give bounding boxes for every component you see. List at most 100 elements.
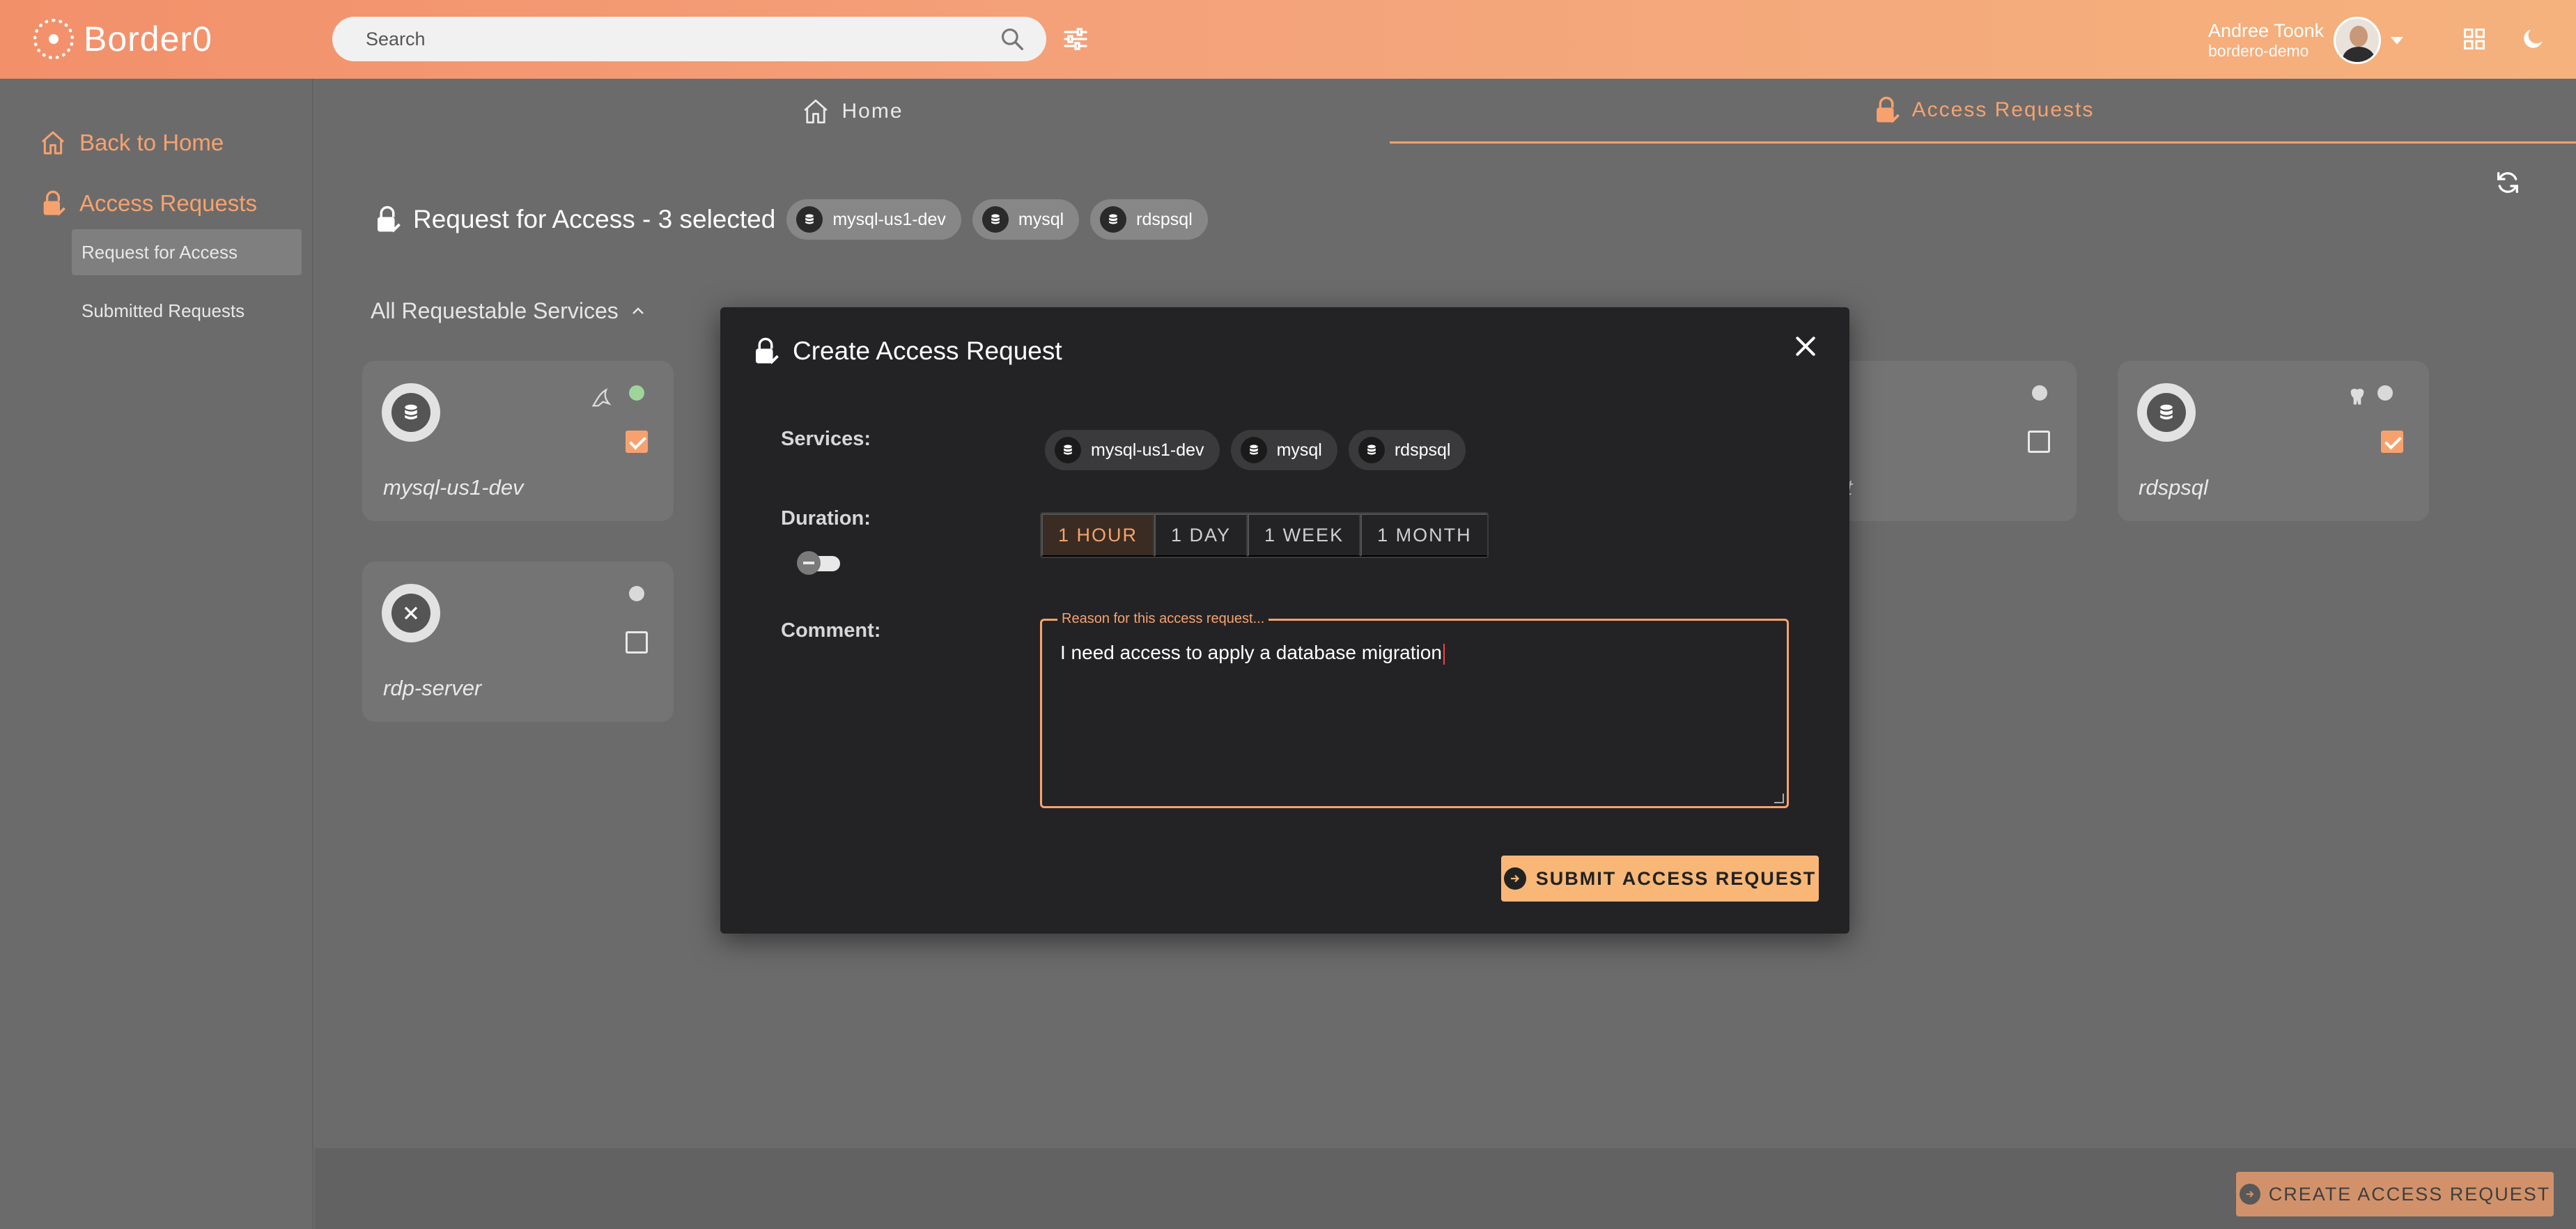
database-icon — [1240, 437, 1267, 463]
chip-label: mysql — [1018, 209, 1064, 229]
top-bar: Border0 Andree Toonk bordero-demo — [0, 0, 2576, 79]
database-icon — [796, 206, 823, 233]
tab-label: Access Requests — [1911, 98, 2095, 121]
avatar[interactable] — [2334, 17, 2382, 64]
select-checkbox[interactable] — [626, 631, 648, 654]
create-label: CREATE ACCESS REQUEST — [2268, 1183, 2551, 1205]
mysql-dolphin-icon — [591, 388, 612, 407]
chip-label: mysql-us1-dev — [832, 209, 946, 229]
select-checkbox[interactable] — [2028, 431, 2050, 453]
database-icon — [382, 383, 440, 442]
duration-1-week-button[interactable]: 1 WEEK — [1248, 513, 1361, 557]
services-label: Services: — [781, 428, 871, 450]
service-card-mysql-us1-dev[interactable]: mysql-us1-dev — [362, 361, 674, 521]
user-name: Andree Toonk — [2208, 20, 2325, 41]
search-input[interactable] — [366, 28, 999, 50]
database-icon — [1358, 437, 1385, 463]
chip-label: mysql-us1-dev — [1091, 440, 1204, 460]
dialog-title-text: Create Access Request — [793, 337, 1062, 365]
chip-label: rdspsql — [1136, 209, 1193, 229]
duration-1-day-button[interactable]: 1 DAY — [1154, 513, 1248, 557]
lock-check-icon — [43, 190, 65, 216]
arrow-right-icon — [1503, 867, 1526, 890]
select-checkbox[interactable] — [2381, 431, 2403, 453]
status-indicator — [629, 586, 644, 601]
comment-placeholder-label: Reason for this access request... — [1057, 611, 1269, 627]
comment-value: I need access to apply a database migrat… — [1060, 642, 1445, 665]
duration-toggle[interactable] — [797, 551, 841, 575]
duration-1-month-button[interactable]: 1 MONTH — [1360, 513, 1487, 557]
submit-label: SUBMIT ACCESS REQUEST — [1535, 867, 1817, 889]
sidebar-item-request-for-access[interactable]: Request for Access — [72, 229, 302, 275]
comment-label: Comment: — [781, 619, 881, 642]
back-to-home-label: Back to Home — [79, 130, 224, 155]
lock-check-icon — [1876, 96, 1900, 123]
submit-access-request-button[interactable]: SUBMIT ACCESS REQUEST — [1501, 856, 1819, 902]
duration-selector: 1 HOUR 1 DAY 1 WEEK 1 MONTH — [1040, 512, 1489, 558]
service-chip: mysql — [1230, 430, 1337, 470]
sidebar: Back to Home Access Requests Request for… — [0, 79, 313, 1229]
home-icon — [42, 131, 64, 155]
service-chip: mysql-us1-dev — [1045, 430, 1220, 470]
database-icon — [1055, 437, 1081, 463]
database-icon — [2137, 383, 2196, 442]
selected-service-chip: rdspsql — [1090, 199, 1208, 240]
sidebar-item-access-requests[interactable]: Access Requests — [39, 190, 257, 217]
services-section-label: All Requestable Services — [371, 298, 619, 323]
user-info: Andree Toonk bordero-demo — [2208, 20, 2324, 61]
create-access-request-dialog: Create Access Request Services: mysql-us… — [720, 307, 1849, 934]
tab-label: Home — [841, 99, 903, 123]
status-indicator — [2032, 385, 2047, 401]
chip-label: mysql — [1276, 440, 1322, 460]
search-icon[interactable] — [999, 26, 1025, 52]
sidebar-item-label: Request for Access — [82, 242, 238, 263]
tab-home[interactable]: Home — [315, 79, 1390, 144]
status-indicator — [2377, 385, 2393, 401]
duration-label: Duration: — [781, 507, 871, 530]
service-name: rdp-server — [383, 676, 482, 700]
toggle-knob — [797, 551, 821, 575]
service-card-rdp-server[interactable]: rdp-server — [362, 562, 674, 722]
chevron-down-icon[interactable] — [2391, 36, 2404, 45]
brand-logo[interactable]: Border0 — [33, 18, 212, 60]
search-bar — [332, 17, 1046, 61]
sidebar-section-label: Access Requests — [79, 190, 257, 216]
back-to-home-link[interactable]: Back to Home — [39, 129, 224, 157]
service-card-rdspsql[interactable]: rdspsql — [2118, 361, 2429, 521]
selected-service-chip: mysql — [972, 199, 1080, 240]
logo-icon — [33, 19, 74, 59]
user-menu[interactable]: Andree Toonk bordero-demo — [2208, 17, 2404, 64]
select-checkbox[interactable] — [626, 431, 648, 453]
main-tabs: Home Access Requests — [315, 79, 2576, 144]
resize-handle-icon[interactable] — [1774, 794, 1784, 803]
rdp-icon — [382, 584, 440, 642]
status-indicator — [629, 385, 644, 401]
apps-grid-icon[interactable] — [2462, 26, 2487, 52]
duration-1-hour-button[interactable]: 1 HOUR — [1041, 513, 1155, 557]
database-icon — [1100, 206, 1127, 233]
selected-service-chip: mysql-us1-dev — [786, 199, 961, 240]
sidebar-item-submitted-requests[interactable]: Submitted Requests — [72, 289, 302, 332]
tab-access-requests[interactable]: Access Requests — [1390, 79, 2576, 144]
brand-name: Border0 — [84, 20, 212, 59]
postgres-elephant-icon — [2350, 388, 2364, 405]
filter-icon[interactable] — [1062, 25, 1089, 53]
comment-textarea[interactable]: Reason for this access request... I need… — [1040, 611, 1789, 808]
chevron-up-icon — [632, 307, 644, 314]
services-section-toggle[interactable]: All Requestable Services — [371, 298, 646, 324]
arrow-right-icon — [2239, 1184, 2260, 1205]
refresh-icon[interactable] — [2494, 169, 2522, 196]
moon-icon[interactable] — [2520, 25, 2547, 52]
lock-check-icon — [756, 337, 779, 364]
service-name: rdspsql — [2139, 475, 2208, 500]
create-access-request-button[interactable]: CREATE ACCESS REQUEST — [2236, 1172, 2554, 1216]
lock-check-icon — [378, 206, 401, 233]
request-header: Request for Access - 3 selected mysql-us… — [373, 199, 1208, 240]
home-icon — [804, 99, 828, 123]
dialog-title: Create Access Request — [751, 335, 1062, 367]
sidebar-item-label: Submitted Requests — [82, 300, 245, 321]
database-icon — [981, 206, 1009, 233]
page-title: Request for Access - 3 selected — [413, 205, 776, 233]
services-list: mysql-us1-dev mysql rdspsql — [1045, 430, 1466, 470]
close-icon[interactable] — [1792, 332, 1820, 360]
